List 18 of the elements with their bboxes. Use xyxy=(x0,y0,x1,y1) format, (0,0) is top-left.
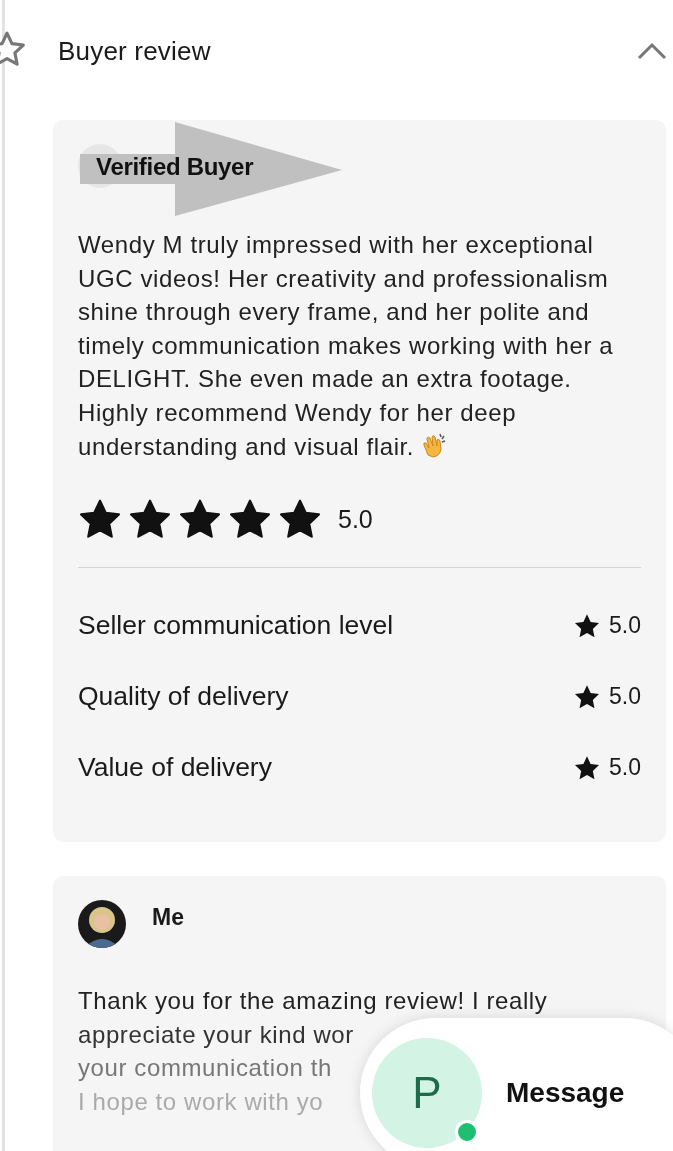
author-name: Me xyxy=(152,903,184,931)
reply-text-line: appreciate your kind wor xyxy=(78,1019,354,1050)
criterion-label: Value of delivery xyxy=(78,752,272,784)
reply-text-line: your communication th xyxy=(78,1053,333,1084)
annotation-label: Verified Buyer xyxy=(96,153,254,181)
rating-value: 5.0 xyxy=(609,683,641,711)
rating-value: 5.0 xyxy=(609,754,641,782)
section-title: Buyer review xyxy=(58,35,211,67)
review-text: Wendy M truly impressed with her exceptional UGC videos! Her creativity and professionalism shine through every frame, and her polite and timely communication makes working with her a DELIGHT. She even made an extra footage. Highly recommend Wendy for her deep understanding and visual flair. xyxy=(78,230,615,462)
rating-value: 5.0 xyxy=(338,504,373,534)
criterion-label: Seller communication level xyxy=(78,610,394,642)
rating-value: 5.0 xyxy=(609,612,641,640)
chevron-up-icon[interactable] xyxy=(637,41,667,61)
reply-text-line: Thank you for the amazing review! I really xyxy=(78,986,548,1016)
avatar-initial: P xyxy=(412,1068,442,1118)
message-button[interactable]: P Message xyxy=(360,1018,673,1151)
criterion-label: Quality of delivery xyxy=(78,681,289,713)
reply-text-line: I hope to work with yo xyxy=(78,1086,324,1117)
